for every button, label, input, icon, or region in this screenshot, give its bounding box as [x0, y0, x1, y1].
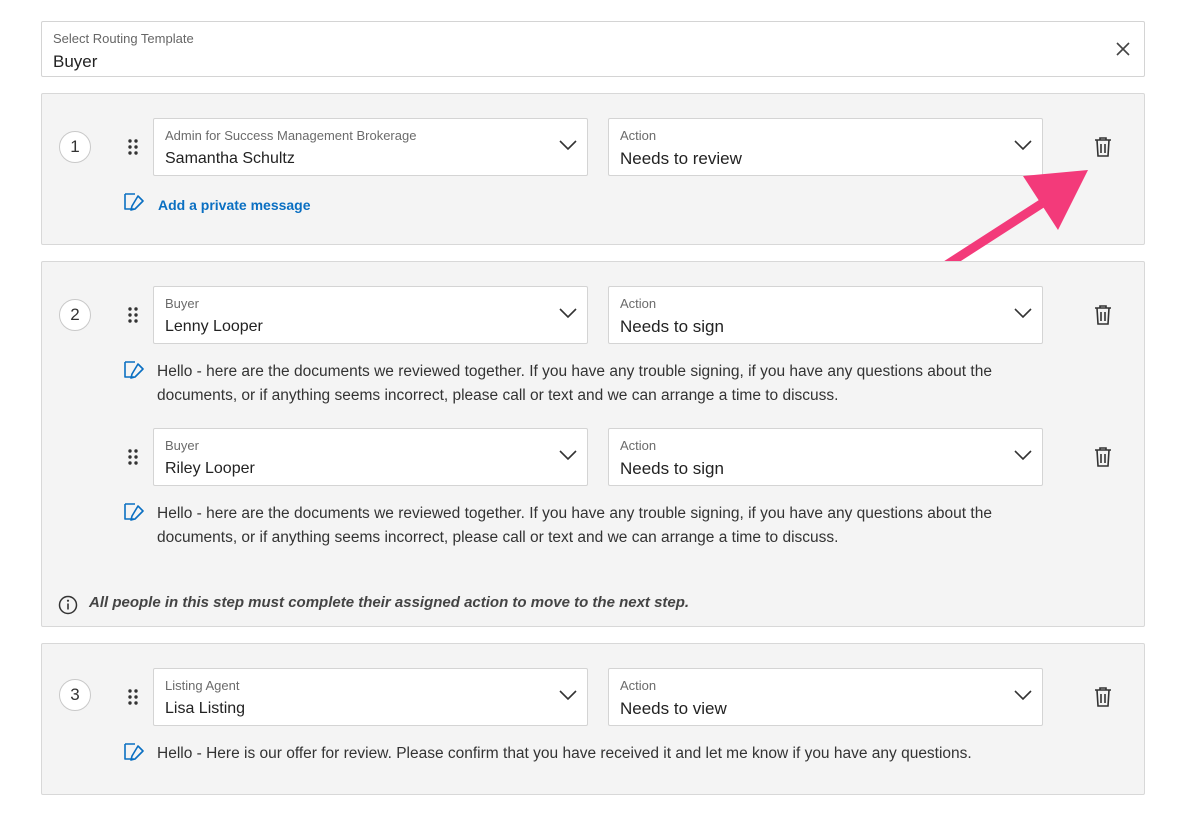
action-value: Needs to sign [620, 459, 724, 478]
edit-message-icon[interactable] [124, 502, 146, 522]
action-label: Action [620, 438, 657, 453]
private-message-line[interactable]: Hello - here are the documents we review… [157, 502, 1057, 526]
recipient-name: Lenny Looper [165, 318, 263, 335]
add-private-message-link[interactable]: Add a private message [158, 197, 311, 213]
recipient-select[interactable]: Listing Agent Lisa Listing [153, 668, 588, 726]
routing-template-select[interactable]: Select Routing Template Buyer [41, 21, 1145, 77]
private-message-line[interactable]: documents, or if anything seems incorrec… [157, 526, 1057, 550]
edit-message-icon[interactable] [124, 360, 146, 380]
chevron-down-icon [1014, 140, 1032, 151]
action-label: Action [620, 678, 657, 693]
action-select[interactable]: Action Needs to sign [608, 428, 1043, 486]
recipient-role: Buyer [165, 438, 199, 453]
action-select[interactable]: Action Needs to sign [608, 286, 1043, 344]
info-icon [58, 595, 78, 615]
chevron-down-icon [559, 140, 577, 151]
recipient-name: Riley Looper [165, 460, 255, 477]
drag-handle-icon[interactable] [128, 689, 138, 705]
chevron-down-icon [1014, 308, 1032, 319]
step-number: 1 [59, 131, 91, 163]
action-value: Needs to review [620, 149, 742, 168]
trash-icon[interactable] [1093, 136, 1113, 158]
recipient-name: Lisa Listing [165, 700, 246, 717]
recipient-role: Buyer [165, 296, 199, 311]
action-value: Needs to view [620, 699, 727, 718]
drag-handle-icon[interactable] [128, 139, 138, 155]
recipient-select[interactable]: Admin for Success Management Brokerage S… [153, 118, 588, 176]
recipient-select[interactable]: Buyer Riley Looper [153, 428, 588, 486]
chevron-down-icon [559, 308, 577, 319]
private-message-line[interactable]: Hello - Here is our offer for review. Pl… [157, 742, 1057, 766]
edit-message-icon[interactable] [124, 192, 146, 212]
step-number: 2 [59, 299, 91, 331]
chevron-down-icon [1014, 450, 1032, 461]
action-select[interactable]: Action Needs to view [608, 668, 1043, 726]
chevron-down-icon [559, 450, 577, 461]
close-icon[interactable] [1114, 40, 1132, 58]
edit-message-icon[interactable] [124, 742, 146, 762]
routing-template-value: Buyer [53, 52, 98, 71]
drag-handle-icon[interactable] [128, 307, 138, 323]
chevron-down-icon [1014, 690, 1032, 701]
trash-icon[interactable] [1093, 304, 1113, 326]
recipient-role: Admin for Success Management Brokerage [165, 128, 417, 143]
recipient-select[interactable]: Buyer Lenny Looper [153, 286, 588, 344]
trash-icon[interactable] [1093, 446, 1113, 468]
recipient-role: Listing Agent [165, 678, 240, 693]
trash-icon[interactable] [1093, 686, 1113, 708]
drag-handle-icon[interactable] [128, 449, 138, 465]
step-number: 3 [59, 679, 91, 711]
private-message-line[interactable]: Hello - here are the documents we review… [157, 360, 1057, 384]
routing-step-3: 3 Listing Agent Lisa Listing Action Need… [41, 643, 1145, 795]
routing-template-label: Select Routing Template [53, 31, 194, 46]
private-message-line[interactable]: documents, or if anything seems incorrec… [157, 384, 1057, 408]
recipient-name: Samantha Schultz [165, 150, 295, 167]
chevron-down-icon [559, 690, 577, 701]
step-info-note: All people in this step must complete th… [89, 594, 690, 611]
action-label: Action [620, 296, 657, 311]
action-value: Needs to sign [620, 317, 724, 336]
routing-step-2: 2 Buyer Lenny Looper Action Needs to sig… [41, 261, 1145, 627]
action-label: Action [620, 128, 657, 143]
